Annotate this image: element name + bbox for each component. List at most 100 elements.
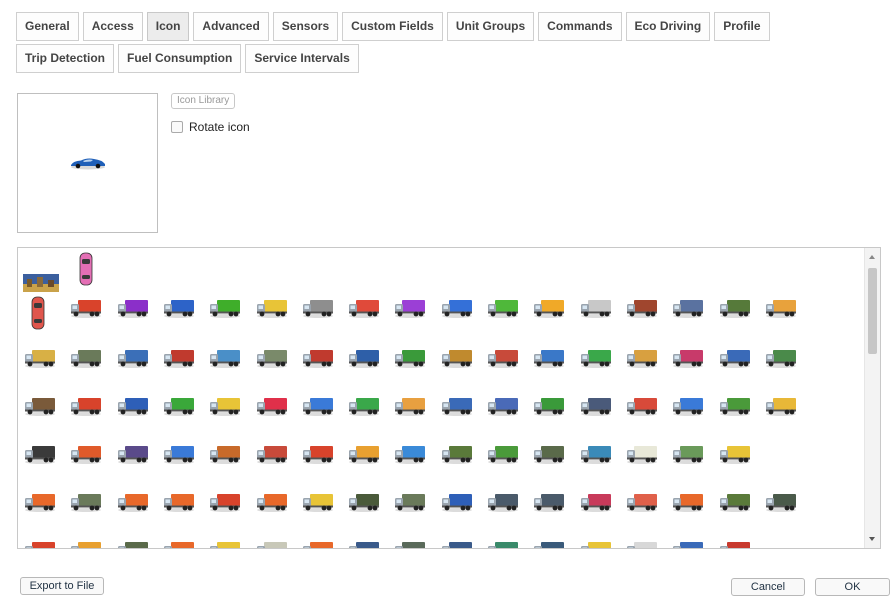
truck-icon[interactable] xyxy=(671,442,705,467)
truck-icon[interactable] xyxy=(116,346,150,371)
truck-icon[interactable] xyxy=(486,346,520,371)
truck-icon[interactable] xyxy=(347,346,381,371)
truck-icon[interactable] xyxy=(671,490,705,515)
truck-icon[interactable] xyxy=(718,442,752,467)
truck-icon[interactable] xyxy=(208,538,242,548)
truck-icon[interactable] xyxy=(208,296,242,321)
icon-library-button[interactable]: Icon Library xyxy=(171,93,236,109)
truck-icon[interactable] xyxy=(116,394,150,419)
truck-icon[interactable] xyxy=(718,490,752,515)
truck-icon[interactable] xyxy=(301,442,335,467)
truck-icon[interactable] xyxy=(347,490,381,515)
truck-icon[interactable] xyxy=(625,538,659,548)
tab-commands[interactable]: Commands xyxy=(538,12,622,41)
truck-icon[interactable] xyxy=(440,538,474,548)
truck-icon[interactable] xyxy=(486,442,520,467)
tab-profile[interactable]: Profile xyxy=(714,12,770,41)
truck-icon[interactable] xyxy=(440,394,474,419)
truck-icon[interactable] xyxy=(393,346,427,371)
truck-icon[interactable] xyxy=(347,394,381,419)
truck-icon[interactable] xyxy=(625,394,659,419)
truck-icon[interactable] xyxy=(671,538,705,548)
truck-icon[interactable] xyxy=(69,538,103,548)
truck-icon[interactable] xyxy=(718,538,752,548)
truck-icon[interactable] xyxy=(532,346,566,371)
truck-icon[interactable] xyxy=(671,346,705,371)
city-scene-icon[interactable] xyxy=(23,274,59,295)
truck-icon[interactable] xyxy=(393,538,427,548)
truck-icon[interactable] xyxy=(764,296,798,321)
car-top-view-icon[interactable] xyxy=(30,296,46,333)
truck-icon[interactable] xyxy=(393,490,427,515)
truck-icon[interactable] xyxy=(440,442,474,467)
truck-icon[interactable] xyxy=(69,442,103,467)
truck-icon[interactable] xyxy=(301,296,335,321)
truck-icon[interactable] xyxy=(301,346,335,371)
truck-icon[interactable] xyxy=(116,296,150,321)
truck-icon[interactable] xyxy=(671,296,705,321)
tab-unit-groups[interactable]: Unit Groups xyxy=(446,12,535,41)
truck-icon[interactable] xyxy=(532,442,566,467)
truck-icon[interactable] xyxy=(393,442,427,467)
truck-icon[interactable] xyxy=(162,442,196,467)
truck-icon[interactable] xyxy=(486,538,520,548)
tab-general[interactable]: General xyxy=(16,12,79,41)
tab-icon[interactable]: Icon xyxy=(146,12,190,41)
tab-sensors[interactable]: Sensors xyxy=(272,12,339,41)
truck-icon[interactable] xyxy=(532,394,566,419)
truck-icon[interactable] xyxy=(255,346,289,371)
truck-icon[interactable] xyxy=(162,346,196,371)
ok-button[interactable]: OK xyxy=(815,578,890,596)
truck-icon[interactable] xyxy=(162,296,196,321)
truck-icon[interactable] xyxy=(208,490,242,515)
truck-icon[interactable] xyxy=(486,394,520,419)
truck-icon[interactable] xyxy=(579,442,613,467)
truck-icon[interactable] xyxy=(23,442,57,467)
truck-icon[interactable] xyxy=(162,538,196,548)
tab-trip-detection[interactable]: Trip Detection xyxy=(16,44,115,73)
truck-icon[interactable] xyxy=(23,394,57,419)
truck-icon[interactable] xyxy=(116,490,150,515)
truck-icon[interactable] xyxy=(23,538,57,548)
truck-icon[interactable] xyxy=(764,394,798,419)
export-to-file-button[interactable]: Export to File xyxy=(20,577,104,595)
truck-icon[interactable] xyxy=(625,346,659,371)
truck-icon[interactable] xyxy=(440,490,474,515)
truck-icon[interactable] xyxy=(208,442,242,467)
tab-service-intervals[interactable]: Service Intervals xyxy=(245,44,359,73)
truck-icon[interactable] xyxy=(23,490,57,515)
truck-icon[interactable] xyxy=(255,538,289,548)
truck-icon[interactable] xyxy=(255,490,289,515)
truck-icon[interactable] xyxy=(393,394,427,419)
tab-advanced[interactable]: Advanced xyxy=(193,12,269,41)
truck-icon[interactable] xyxy=(255,394,289,419)
gallery-scrollbar[interactable] xyxy=(864,248,880,548)
truck-icon[interactable] xyxy=(579,490,613,515)
truck-icon[interactable] xyxy=(69,394,103,419)
truck-icon[interactable] xyxy=(718,346,752,371)
truck-icon[interactable] xyxy=(393,296,427,321)
truck-icon[interactable] xyxy=(116,442,150,467)
truck-icon[interactable] xyxy=(347,442,381,467)
tab-fuel-consumption[interactable]: Fuel Consumption xyxy=(118,44,242,73)
truck-icon[interactable] xyxy=(671,394,705,419)
truck-icon[interactable] xyxy=(255,296,289,321)
truck-icon[interactable] xyxy=(347,296,381,321)
truck-icon[interactable] xyxy=(764,490,798,515)
rotate-icon-checkbox[interactable] xyxy=(171,121,183,133)
truck-icon[interactable] xyxy=(486,296,520,321)
truck-icon[interactable] xyxy=(579,346,613,371)
truck-icon[interactable] xyxy=(625,490,659,515)
truck-icon[interactable] xyxy=(162,394,196,419)
truck-icon[interactable] xyxy=(718,296,752,321)
truck-icon[interactable] xyxy=(69,346,103,371)
truck-icon[interactable] xyxy=(347,538,381,548)
truck-icon[interactable] xyxy=(532,490,566,515)
truck-icon[interactable] xyxy=(625,442,659,467)
truck-icon[interactable] xyxy=(440,296,474,321)
truck-icon[interactable] xyxy=(69,490,103,515)
truck-icon[interactable] xyxy=(162,490,196,515)
cancel-button[interactable]: Cancel xyxy=(731,578,805,596)
truck-icon[interactable] xyxy=(532,296,566,321)
truck-icon[interactable] xyxy=(579,394,613,419)
